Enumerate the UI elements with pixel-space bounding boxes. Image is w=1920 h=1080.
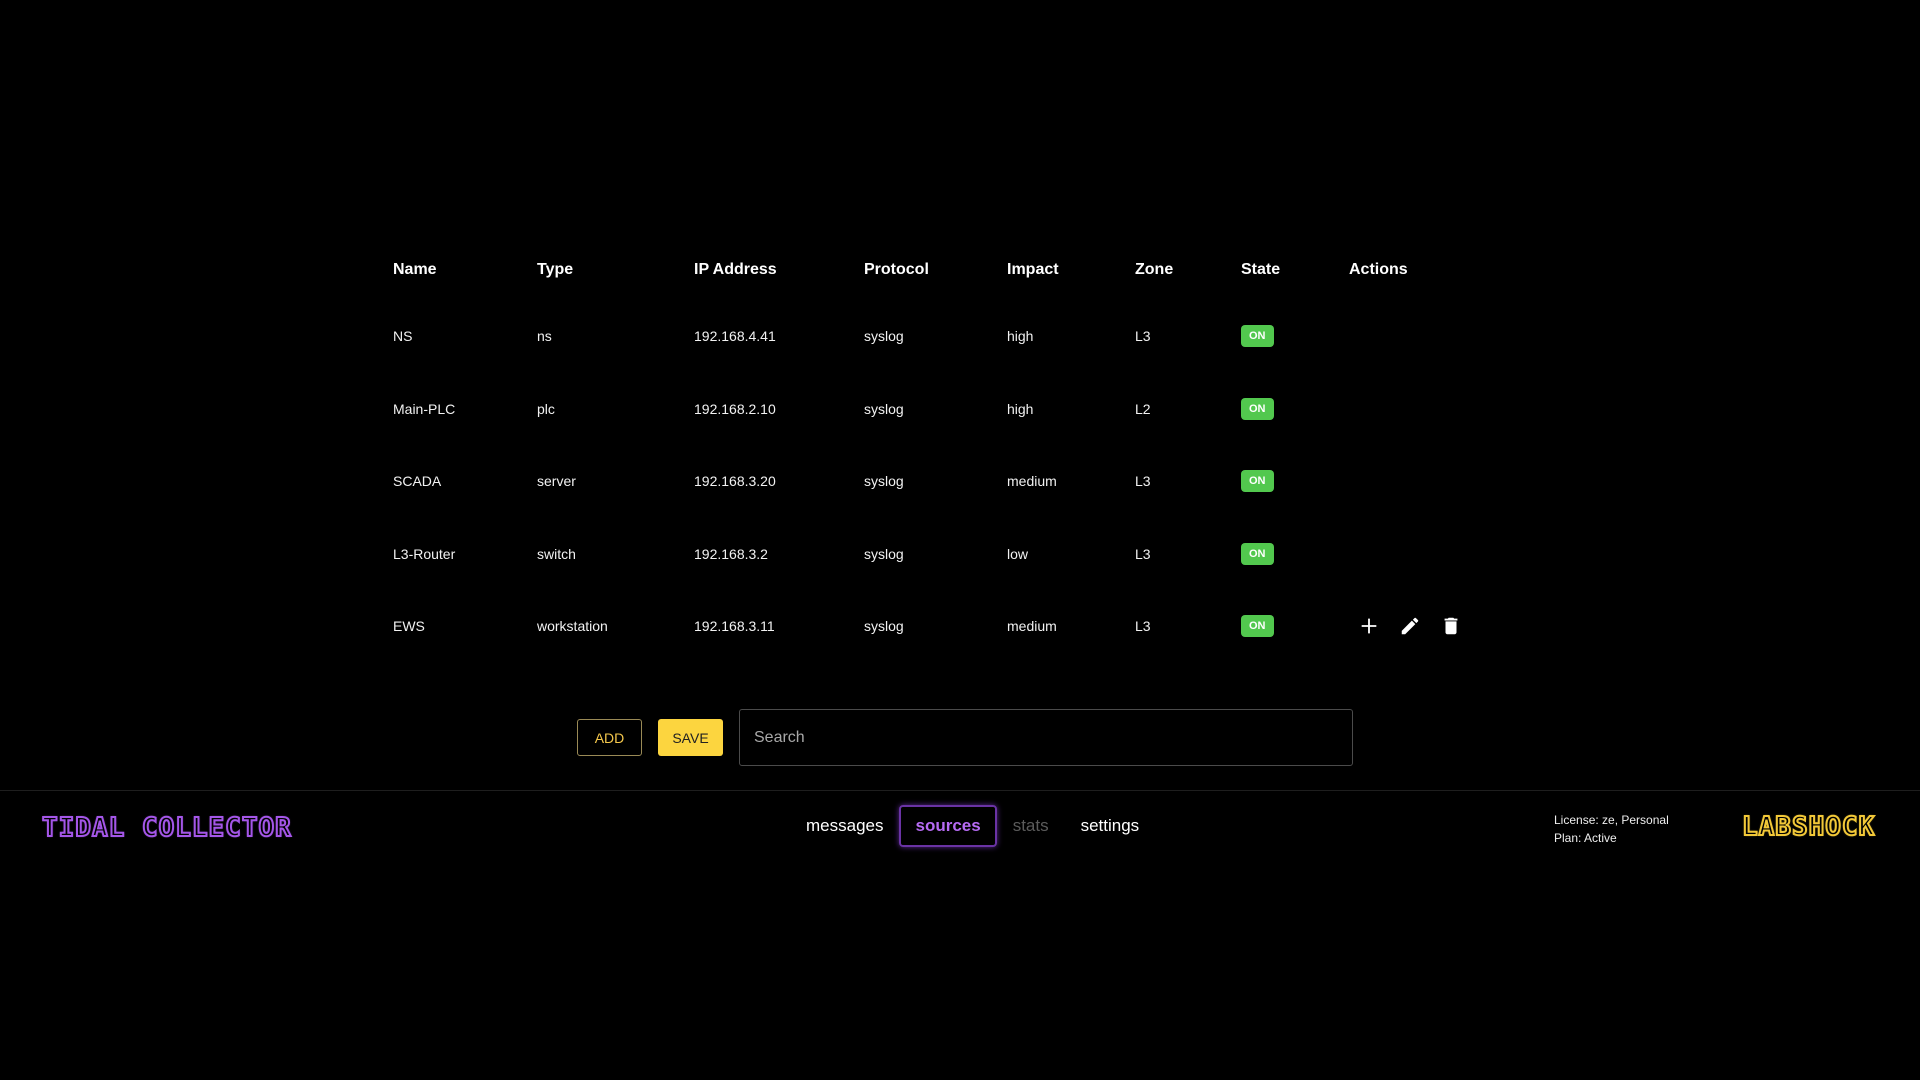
nav-stats: stats: [1012, 816, 1049, 835]
state-badge[interactable]: ON: [1241, 397, 1274, 420]
cell-actions: [1334, 590, 1558, 663]
header-state: State: [1241, 261, 1281, 278]
cell-protocol: syslog: [864, 545, 904, 562]
cell-actions: [1334, 373, 1558, 446]
cell-state: ON: [1226, 300, 1334, 373]
nav-settings[interactable]: settings: [1065, 805, 1156, 847]
cell-name: Main-PLC: [393, 400, 456, 417]
cell-ip: 192.168.3.2: [694, 545, 768, 562]
save-button[interactable]: SAVE: [658, 719, 723, 756]
cell-zone: L2: [1135, 400, 1151, 417]
cell-ip: 192.168.3.20: [694, 473, 776, 490]
table-row[interactable]: L3-Router switch 192.168.3.2 syslog low …: [378, 518, 1558, 591]
cell-ip: 192.168.3.11: [694, 618, 775, 635]
cell-state: ON: [1226, 518, 1334, 591]
header-name: Name: [393, 261, 437, 278]
cell-name: NS: [393, 328, 413, 345]
pencil-icon[interactable]: [1398, 614, 1422, 638]
add-button[interactable]: ADD: [577, 719, 642, 756]
sources-table: Name Type IP Address Protocol Impact Zon…: [378, 240, 1558, 663]
header-type: Type: [537, 261, 574, 278]
header-zone: Zone: [1135, 261, 1174, 278]
cell-actions: [1334, 300, 1558, 373]
cell-actions: [1334, 518, 1558, 591]
table-row[interactable]: SCADA server 192.168.3.20 syslog medium …: [378, 445, 1558, 518]
cell-protocol: syslog: [864, 473, 904, 490]
search-input[interactable]: [739, 709, 1353, 766]
cell-state: ON: [1226, 445, 1334, 518]
cell-protocol: syslog: [864, 618, 904, 635]
state-badge[interactable]: ON: [1241, 542, 1274, 565]
plus-icon[interactable]: [1357, 614, 1381, 638]
state-badge[interactable]: ON: [1241, 325, 1274, 348]
cell-type: ns: [537, 328, 552, 345]
row-actions: [1357, 614, 1558, 638]
trash-icon[interactable]: [1439, 614, 1463, 638]
cell-protocol: syslog: [864, 328, 904, 345]
cell-zone: L3: [1135, 328, 1151, 345]
cell-type: switch: [537, 545, 576, 562]
table-row[interactable]: Main-PLC plc 192.168.2.10 syslog high L2…: [378, 373, 1558, 446]
cell-type: server: [537, 473, 576, 490]
header-ip-address: IP Address: [694, 261, 777, 278]
cell-ip: 192.168.2.10: [694, 400, 776, 417]
cell-state: ON: [1226, 590, 1334, 663]
header-protocol: Protocol: [864, 261, 929, 278]
main-nav: messages sources stats settings: [790, 805, 1155, 847]
tidal-collector-logo: TIDAL COLLECTOR: [41, 812, 292, 844]
sources-table-container: Name Type IP Address Protocol Impact Zon…: [378, 240, 1458, 663]
license-info: License: ze, Personal Plan: Active: [1554, 811, 1669, 847]
table-row[interactable]: EWS workstation 192.168.3.11 syslog medi…: [378, 590, 1558, 663]
cell-impact: high: [1007, 400, 1034, 417]
cell-name: L3-Router: [393, 545, 456, 562]
header-actions: Actions: [1349, 261, 1408, 278]
cell-zone: L3: [1135, 618, 1151, 635]
cell-actions: [1334, 445, 1558, 518]
cell-type: plc: [537, 400, 555, 417]
header-impact: Impact: [1007, 261, 1059, 278]
labshock-logo: LABSHOCK: [1741, 811, 1876, 843]
cell-impact: low: [1007, 545, 1029, 562]
nav-messages[interactable]: messages: [790, 805, 899, 847]
plan-line: Plan: Active: [1554, 831, 1617, 845]
cell-impact: medium: [1007, 473, 1057, 490]
cell-type: workstation: [537, 618, 608, 635]
license-line: License: ze, Personal: [1554, 813, 1669, 827]
cell-impact: medium: [1007, 618, 1057, 635]
cell-name: SCADA: [393, 473, 442, 490]
cell-protocol: syslog: [864, 400, 904, 417]
footer-bar: TIDAL COLLECTOR messages sources stats s…: [0, 790, 1920, 860]
table-controls: ADD SAVE: [577, 709, 1353, 766]
cell-zone: L3: [1135, 545, 1151, 562]
cell-name: EWS: [393, 618, 425, 635]
table-row[interactable]: NS ns 192.168.4.41 syslog high L3 ON: [378, 300, 1558, 373]
cell-impact: high: [1007, 328, 1034, 345]
cell-ip: 192.168.4.41: [694, 328, 776, 345]
cell-zone: L3: [1135, 473, 1151, 490]
cell-state: ON: [1226, 373, 1334, 446]
table-header-row: Name Type IP Address Protocol Impact Zon…: [378, 240, 1558, 300]
nav-sources[interactable]: sources: [899, 805, 997, 847]
state-badge[interactable]: ON: [1241, 615, 1274, 638]
state-badge[interactable]: ON: [1241, 470, 1274, 493]
